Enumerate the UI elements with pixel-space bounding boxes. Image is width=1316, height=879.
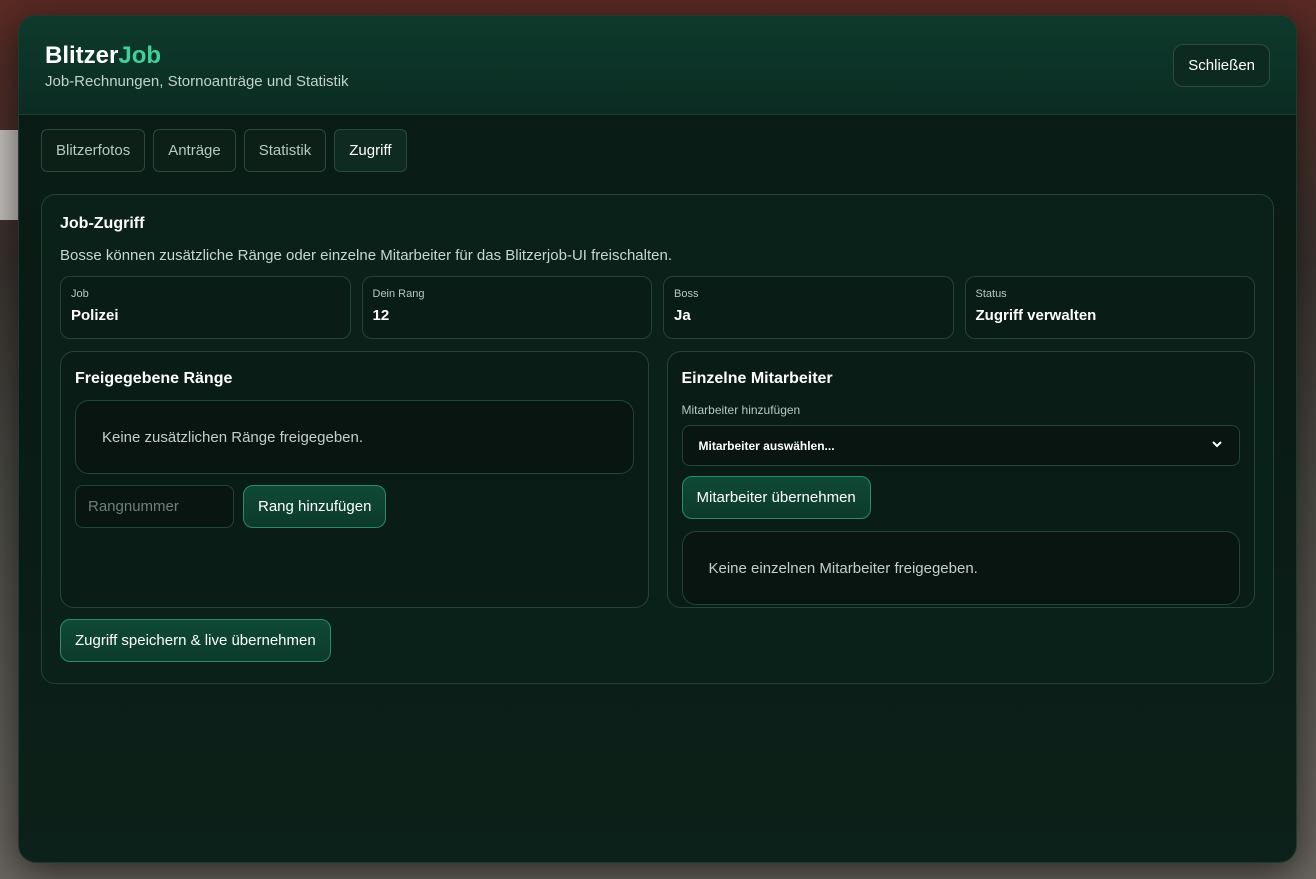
stat-status: Status Zugriff verwalten	[964, 276, 1255, 339]
panels-row: Freigegebene Ränge Keine zusätzlichen Rä…	[60, 351, 1255, 608]
app-title-part2: Job	[118, 42, 162, 69]
stat-label: Status	[975, 288, 1007, 300]
chevron-down-icon	[1211, 438, 1223, 453]
tab-bar: Blitzerfotos Anträge Statistik Zugriff	[41, 129, 407, 172]
app-subtitle: Job-Rechnungen, Stornoanträge und Statis…	[45, 73, 349, 90]
stat-value: Polizei	[71, 307, 119, 324]
employees-panel-title: Einzelne Mitarbeiter	[681, 370, 833, 387]
tab-zugriff[interactable]: Zugriff	[334, 129, 407, 172]
app-title-part1: Blitzer	[45, 42, 119, 69]
card-title: Job-Zugriff	[60, 215, 145, 232]
card-description: Bosse können zusätzliche Ränge oder einz…	[60, 247, 672, 264]
stat-label: Job	[71, 288, 89, 300]
stats-row: Job Polizei Dein Rang 12 Boss Ja Status …	[60, 276, 1255, 339]
close-button[interactable]: Schließen	[1173, 44, 1270, 87]
blitzerjob-window: BlitzerJob Job-Rechnungen, Stornoanträge…	[18, 15, 1297, 863]
ranks-panel-title: Freigegebene Ränge	[75, 370, 233, 387]
employees-empty-state: Keine einzelnen Mitarbeiter freigegeben.	[681, 531, 1240, 605]
stat-value: Zugriff verwalten	[975, 307, 1097, 324]
stat-rank: Dein Rang 12	[361, 276, 652, 339]
app-title: BlitzerJob	[45, 42, 1270, 70]
employee-select[interactable]: Mitarbeiter auswählen...	[681, 425, 1240, 466]
add-rank-button[interactable]: Rang hinzufügen	[243, 485, 387, 528]
tab-statistik[interactable]: Statistik	[243, 129, 327, 172]
stat-label: Boss	[674, 288, 699, 300]
background-scene	[0, 130, 18, 220]
stat-value: 12	[372, 307, 390, 324]
employees-panel: Einzelne Mitarbeiter Mitarbeiter hinzufü…	[666, 351, 1255, 608]
ranks-panel: Freigegebene Ränge Keine zusätzlichen Rä…	[60, 351, 649, 608]
job-access-card: Job-Zugriff Bosse können zusätzliche Rän…	[41, 194, 1274, 684]
tab-blitzerfotos[interactable]: Blitzerfotos	[41, 129, 146, 172]
add-rank-row: Rangnummer Rang hinzufügen	[75, 485, 634, 528]
apply-employee-button[interactable]: Mitarbeiter übernehmen	[681, 476, 871, 519]
stat-label: Dein Rang	[372, 288, 425, 300]
stat-job: Job Polizei	[60, 276, 351, 339]
save-access-button[interactable]: Zugriff speichern & live übernehmen	[60, 619, 331, 662]
save-row: Zugriff speichern & live übernehmen	[60, 619, 1255, 662]
employee-field-label: Mitarbeiter hinzufügen	[681, 403, 801, 417]
header: BlitzerJob Job-Rechnungen, Stornoanträge…	[19, 16, 1296, 115]
employee-select-value: Mitarbeiter auswählen...	[698, 438, 835, 453]
tab-antraege[interactable]: Anträge	[153, 129, 236, 172]
stat-boss: Boss Ja	[663, 276, 954, 339]
stat-value: Ja	[674, 307, 691, 324]
ranks-empty-state: Keine zusätzlichen Ränge freigegeben.	[75, 400, 634, 474]
rank-number-input[interactable]: Rangnummer	[75, 485, 234, 528]
